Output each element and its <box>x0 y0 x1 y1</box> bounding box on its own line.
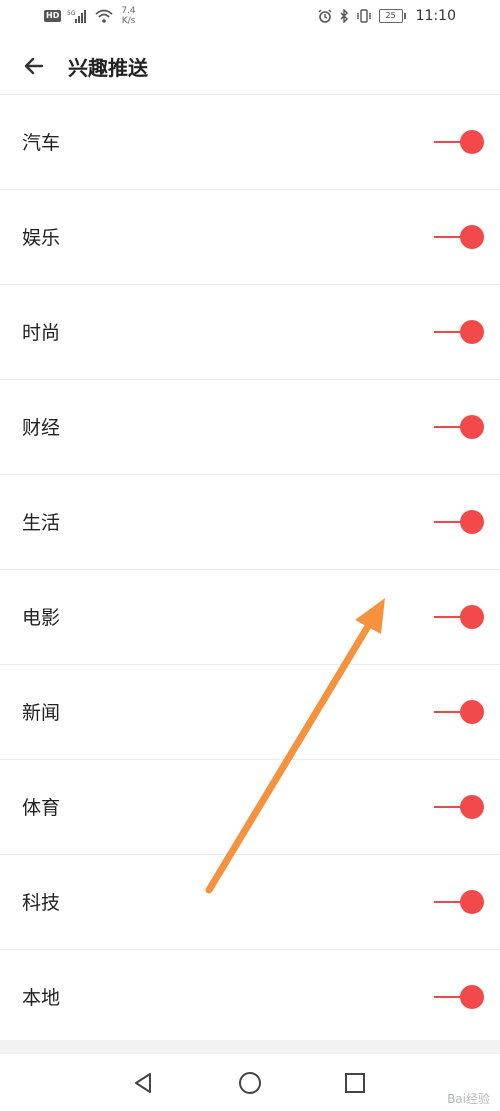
item-label: 电影 <box>22 607 61 629</box>
arrow-left-icon <box>24 57 44 75</box>
item-label: 新闻 <box>22 702 61 724</box>
hd-badge: HD <box>44 10 62 22</box>
item-label: 财经 <box>22 417 61 439</box>
toggle-switch[interactable] <box>432 983 484 1011</box>
wifi-icon <box>95 9 113 23</box>
network-speed: 7.4 K/s <box>121 6 135 26</box>
toggle-knob <box>460 415 484 439</box>
interest-list: 汽车 娱乐 时尚 财经 生活 电影 新闻 体育 科技 本地 <box>0 95 500 1045</box>
toggle-knob <box>460 890 484 914</box>
list-item-fashion: 时尚 <box>0 285 500 380</box>
toggle-knob <box>460 985 484 1009</box>
list-bottom-spacer <box>0 1040 500 1054</box>
nav-back-button[interactable] <box>130 1070 156 1096</box>
toggle-switch[interactable] <box>432 223 484 251</box>
speed-unit: K/s <box>121 16 136 26</box>
list-item-life: 生活 <box>0 475 500 570</box>
status-left: HD 5G 7.4 K/s <box>44 6 136 26</box>
clock: 11:10 <box>415 8 456 24</box>
list-item-car: 汽车 <box>0 95 500 190</box>
item-label: 娱乐 <box>22 227 61 249</box>
list-item-tech: 科技 <box>0 855 500 950</box>
nav-recents-button[interactable] <box>342 1070 368 1096</box>
cellular-signal-icon: 5G <box>67 10 87 23</box>
toggle-switch[interactable] <box>432 318 484 346</box>
triangle-back-icon <box>135 1073 151 1093</box>
toggle-switch[interactable] <box>432 888 484 916</box>
list-item-news: 新闻 <box>0 665 500 760</box>
back-button[interactable] <box>18 50 50 82</box>
watermark: Bai经验 <box>447 1092 490 1106</box>
list-item-local: 本地 <box>0 950 500 1045</box>
toggle-switch[interactable] <box>432 413 484 441</box>
battery-indicator: 25 <box>378 9 406 23</box>
list-item-movie: 电影 <box>0 570 500 665</box>
item-label: 本地 <box>22 987 61 1009</box>
system-nav-bar: Bai经验 <box>0 1054 500 1111</box>
toggle-knob <box>460 130 484 154</box>
toggle-switch[interactable] <box>432 603 484 631</box>
square-recents-icon <box>345 1073 365 1093</box>
item-label: 体育 <box>22 797 61 819</box>
svg-text:5G: 5G <box>67 10 76 17</box>
toggle-switch[interactable] <box>432 128 484 156</box>
toggle-knob <box>460 605 484 629</box>
page-title: 兴趣推送 <box>68 56 148 80</box>
toggle-knob <box>460 795 484 819</box>
item-label: 汽车 <box>22 132 61 154</box>
toggle-knob <box>460 320 484 344</box>
item-label: 生活 <box>22 512 61 534</box>
list-item-entertainment: 娱乐 <box>0 190 500 285</box>
toggle-knob <box>460 510 484 534</box>
vibrate-icon <box>356 9 371 23</box>
status-right: 25 11:10 <box>318 8 456 24</box>
alarm-icon <box>318 9 332 23</box>
toggle-switch[interactable] <box>432 698 484 726</box>
item-label: 科技 <box>22 892 61 914</box>
list-item-sports: 体育 <box>0 760 500 855</box>
circle-home-icon <box>239 1072 261 1094</box>
app-header: 兴趣推送 <box>0 36 500 95</box>
toggle-knob <box>460 225 484 249</box>
toggle-switch[interactable] <box>432 508 484 536</box>
status-bar: HD 5G 7.4 K/s 25 11:10 <box>0 0 500 36</box>
item-label: 时尚 <box>22 322 61 344</box>
bluetooth-icon <box>340 9 348 23</box>
nav-home-button[interactable] <box>237 1070 263 1096</box>
toggle-knob <box>460 700 484 724</box>
list-item-finance: 财经 <box>0 380 500 475</box>
speed-value: 7.4 <box>121 6 136 16</box>
toggle-switch[interactable] <box>432 793 484 821</box>
